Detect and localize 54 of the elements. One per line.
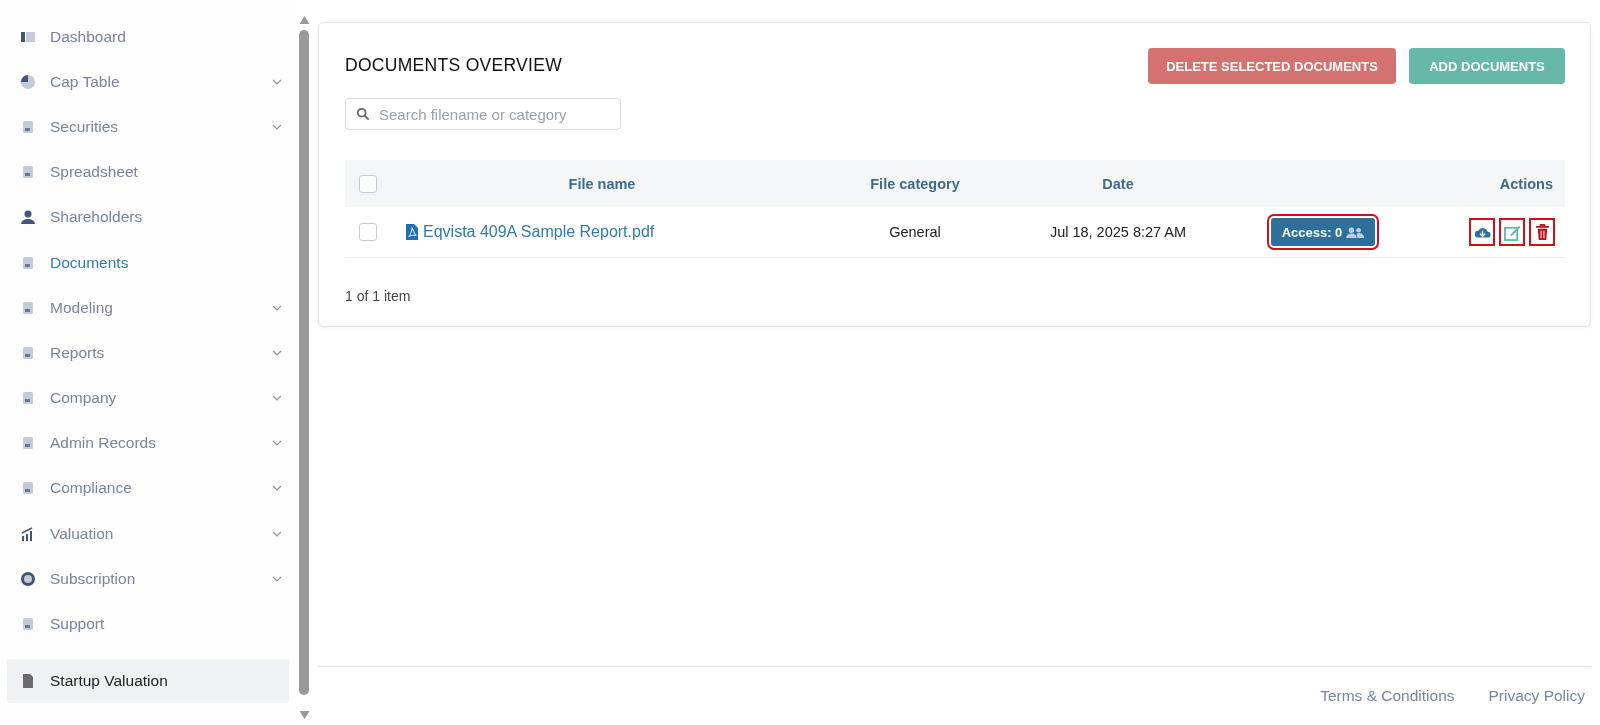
sidebar-item[interactable]: Spreadsheet <box>0 149 296 195</box>
search-icon <box>356 107 370 121</box>
sidebar-item[interactable]: Compliance <box>0 465 296 512</box>
column-header: File name <box>567 175 637 192</box>
sidebar-item[interactable]: Subscription <box>0 556 296 602</box>
column-header: Actions <box>1498 175 1554 192</box>
sidebar-item[interactable]: Support <box>0 601 296 647</box>
sidebar-item[interactable]: Reports <box>0 330 296 376</box>
scrollbar-thumb[interactable] <box>299 30 309 695</box>
chevron-down-icon[interactable] <box>272 78 282 85</box>
document-icon <box>20 672 36 689</box>
checkbox[interactable] <box>359 223 377 241</box>
sidebar-item[interactable]: Startup Valuation <box>7 658 289 703</box>
pdf-file-icon <box>406 224 418 240</box>
chevron-down-icon[interactable] <box>272 304 282 311</box>
pager-text: 1 of 1 item <box>345 288 412 304</box>
scroll-up-icon[interactable] <box>298 16 310 24</box>
chevron-down-icon[interactable] <box>272 575 282 582</box>
chevron-down-icon[interactable] <box>272 530 282 537</box>
panel-title: DOCUMENTS OVERVIEW <box>345 55 564 76</box>
pie-chart-icon <box>20 73 36 90</box>
trash-icon <box>1533 223 1551 241</box>
footer-link[interactable]: Privacy Policy <box>1488 687 1585 705</box>
file-link[interactable]: Eqvista 409A Sample Report.pdf <box>423 223 655 241</box>
table-cell-text: Jul 18, 2025 8:27 AM <box>1048 224 1188 240</box>
sidebar-item[interactable]: Modeling <box>0 285 296 331</box>
chevron-down-icon[interactable] <box>272 349 282 356</box>
add-documents-button[interactable]: ADD DOCUMENTS <box>1409 48 1565 84</box>
delete-button[interactable] <box>1529 218 1555 246</box>
checkbox[interactable] <box>359 174 377 193</box>
chevron-down-icon[interactable] <box>272 440 282 447</box>
footer-link[interactable]: Terms & Conditions <box>1320 687 1455 705</box>
users-icon <box>1346 226 1365 238</box>
sidebar-item[interactable]: Securities <box>0 104 296 150</box>
delete-selected-button[interactable]: DELETE SELECTED DOCUMENTS <box>1148 48 1396 84</box>
sidebar-item[interactable]: Shareholders <box>0 194 296 240</box>
sidebar-item[interactable]: Dashboard <box>0 14 296 60</box>
sidebar-item[interactable]: Admin Records <box>0 420 296 466</box>
search-field[interactable]: Search filename or category <box>345 98 621 130</box>
sidebar-item[interactable]: Company <box>0 375 296 421</box>
edit-icon <box>1503 223 1521 241</box>
person-icon <box>20 209 36 226</box>
edit-button[interactable] <box>1499 218 1525 246</box>
sidebar-item[interactable]: Documents <box>0 239 296 286</box>
sidebar-item[interactable]: Cap Table <box>0 59 296 105</box>
chevron-down-icon[interactable] <box>272 485 282 492</box>
sidebar-item[interactable]: Valuation <box>0 511 296 557</box>
scroll-down-icon[interactable] <box>298 711 310 719</box>
download-button[interactable] <box>1469 218 1495 246</box>
column-header: Date <box>1101 175 1135 192</box>
chevron-down-icon[interactable] <box>272 123 282 130</box>
column-header: File category <box>869 175 961 192</box>
table-cell-text: General <box>888 224 942 240</box>
chevron-down-icon[interactable] <box>272 395 282 402</box>
